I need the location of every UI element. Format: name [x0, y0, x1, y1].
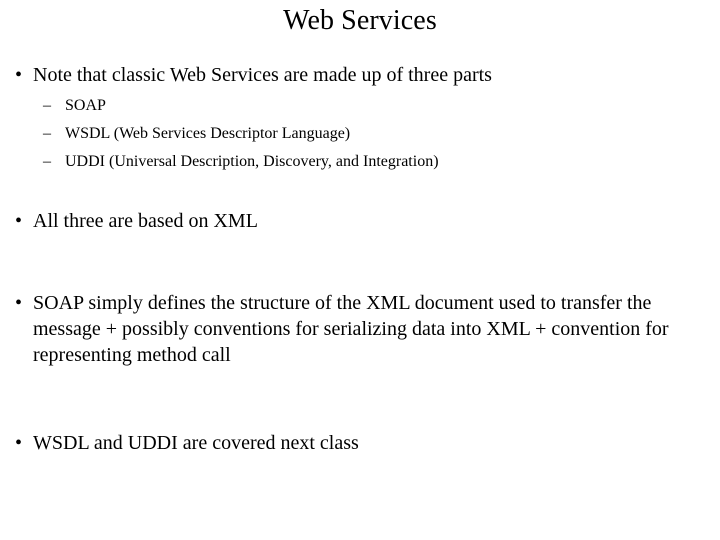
slide-body: • Note that classic Web Services are mad…: [14, 62, 706, 456]
slide-title: Web Services: [283, 5, 437, 36]
bullet-marker-icon: •: [15, 432, 23, 454]
bullet-text: Note that classic Web Services are made …: [33, 64, 492, 86]
bullet-item: • SOAP simply defines the structure of t…: [14, 290, 706, 368]
dash-marker-icon: –: [43, 97, 51, 114]
bullet-item: • Note that classic Web Services are mad…: [14, 62, 706, 88]
dash-marker-icon: –: [43, 125, 51, 142]
bullet-marker-icon: •: [15, 292, 23, 314]
bullet-item: • WSDL and UDDI are covered next class: [14, 430, 706, 456]
bullet-marker-icon: •: [15, 210, 23, 232]
sub-bullet-text: WSDL (Web Services Descriptor Language): [65, 125, 351, 142]
bullet-text: SOAP simply defines the structure of the…: [33, 292, 669, 366]
bullet-marker-icon: •: [15, 64, 23, 86]
sub-bullet-item: – WSDL (Web Services Descriptor Language…: [14, 120, 706, 148]
sub-bullet-item: – SOAP: [14, 92, 706, 120]
sub-bullet-text: SOAP: [65, 97, 106, 114]
bullet-text: WSDL and UDDI are covered next class: [33, 432, 359, 454]
sub-bullet-item: – UDDI (Universal Description, Discovery…: [14, 148, 706, 176]
dash-marker-icon: –: [43, 153, 51, 170]
presentation-slide: Web Services • Note that classic Web Ser…: [0, 0, 720, 540]
sub-bullet-text: UDDI (Universal Description, Discovery, …: [65, 153, 439, 170]
sub-bullet-list: – SOAP – WSDL (Web Services Descriptor L…: [14, 92, 706, 176]
bullet-item: • All three are based on XML: [14, 208, 706, 234]
bullet-text: All three are based on XML: [33, 210, 258, 232]
